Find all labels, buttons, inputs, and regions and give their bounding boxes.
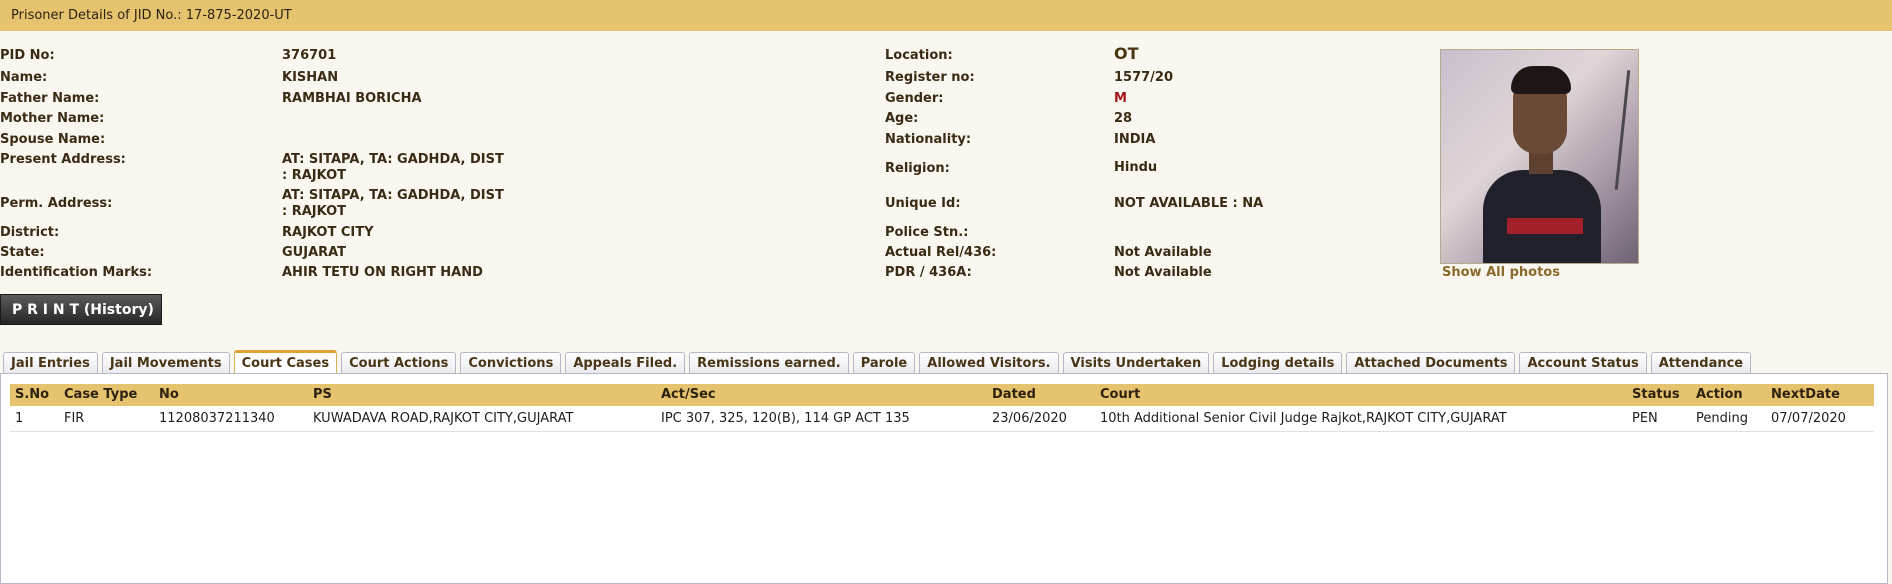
police-station-label: Police Stn.: (885, 225, 969, 240)
pid-value: 376701 (282, 48, 337, 63)
tab-visits-undertaken[interactable]: Visits Undertaken (1062, 352, 1210, 374)
tab-attendance[interactable]: Attendance (1650, 352, 1752, 374)
cell-act-sec: IPC 307, 325, 120(B), 114 GP ACT 135 (661, 411, 910, 426)
present-address-value: AT: SITAPA, TA: GADHDA, DIST : RAJKOT (282, 152, 504, 183)
age-value: 28 (1114, 111, 1133, 126)
pdr-label: PDR / 436A: (885, 265, 972, 280)
column-header-sno[interactable]: S.No (15, 384, 49, 406)
column-header-action[interactable]: Action (1696, 384, 1743, 406)
column-header-dated[interactable]: Dated (992, 384, 1036, 406)
page-title: Prisoner Details of JID No.: 17-875-2020… (11, 8, 292, 23)
perm-address-value: AT: SITAPA, TA: GADHDA, DIST : RAJKOT (282, 188, 504, 219)
nationality-label: Nationality: (885, 132, 972, 147)
tab-parole[interactable]: Parole (852, 352, 916, 374)
cell-action: Pending (1696, 411, 1748, 426)
religion-label: Religion: (885, 161, 950, 176)
table-header-row: S.No Case Type No PS Act/Sec Dated Court… (10, 384, 1874, 406)
prisoner-photo[interactable] (1440, 49, 1639, 264)
tab-remissions-earned[interactable]: Remissions earned. (689, 352, 849, 374)
cell-no: 11208037211340 (159, 411, 275, 426)
column-header-next-date[interactable]: NextDate (1771, 384, 1840, 406)
nationality-value: INDIA (1114, 132, 1156, 147)
spouse-name-label: Spouse Name: (0, 132, 106, 147)
cell-next-date: 07/07/2020 (1771, 411, 1846, 426)
tab-attached-documents[interactable]: Attached Documents (1346, 352, 1516, 374)
show-all-photos-link[interactable]: Show All photos (1442, 265, 1560, 280)
tab-lodging-details[interactable]: Lodging details (1213, 352, 1343, 374)
age-label: Age: (885, 111, 919, 126)
tab-account-status[interactable]: Account Status (1519, 352, 1647, 374)
column-header-status[interactable]: Status (1632, 384, 1680, 406)
cell-court: 10th Additional Senior Civil Judge Rajko… (1100, 411, 1507, 426)
column-header-case-type[interactable]: Case Type (64, 384, 137, 406)
cell-status: PEN (1632, 411, 1658, 426)
religion-value: Hindu (1114, 160, 1158, 175)
tab-bar: Jail Entries Jail Movements Court Cases … (3, 350, 1752, 374)
district-value: RAJKOT CITY (282, 225, 374, 240)
present-address-label: Present Address: (0, 152, 126, 167)
tab-allowed-visitors[interactable]: Allowed Visitors. (919, 352, 1059, 374)
cell-dated: 23/06/2020 (992, 411, 1067, 426)
table-row[interactable]: 1 FIR 11208037211340 KUWADAVA ROAD,RAJKO… (10, 406, 1874, 432)
page-title-bar: Prisoner Details of JID No.: 17-875-2020… (0, 0, 1892, 31)
tab-convictions[interactable]: Convictions (460, 352, 562, 374)
father-name-value: RAMBHAI BORICHA (282, 91, 422, 106)
cell-case-type: FIR (64, 411, 85, 426)
column-header-ps[interactable]: PS (313, 384, 332, 406)
photo-shirt-logo (1507, 218, 1583, 234)
cell-ps: KUWADAVA ROAD,RAJKOT CITY,GUJARAT (313, 411, 574, 426)
pid-label: PID No: (0, 48, 55, 63)
column-header-no[interactable]: No (159, 384, 179, 406)
cell-sno: 1 (15, 411, 24, 426)
gender-label: Gender: (885, 91, 944, 106)
unique-id-label: Unique Id: (885, 196, 961, 211)
court-cases-panel: S.No Case Type No PS Act/Sec Dated Court… (0, 373, 1888, 584)
column-header-court[interactable]: Court (1100, 384, 1140, 406)
tab-court-actions[interactable]: Court Actions (341, 352, 457, 374)
location-value: OT (1114, 44, 1139, 63)
state-label: State: (0, 245, 45, 260)
register-no-value: 1577/20 (1114, 70, 1174, 85)
mother-name-label: Mother Name: (0, 111, 105, 126)
actual-release-label: Actual Rel/436: (885, 245, 997, 260)
district-label: District: (0, 225, 60, 240)
pdr-value: Not Available (1114, 265, 1212, 280)
column-header-act-sec[interactable]: Act/Sec (661, 384, 716, 406)
photo-hair-shape (1511, 66, 1571, 94)
location-label: Location: (885, 48, 953, 63)
name-label: Name: (0, 70, 48, 85)
state-value: GUJARAT (282, 245, 347, 260)
court-cases-table: S.No Case Type No PS Act/Sec Dated Court… (10, 384, 1874, 432)
identification-marks-label: Identification Marks: (0, 265, 153, 280)
identification-marks-value: AHIR TETU ON RIGHT HAND (282, 265, 483, 280)
unique-id-value: NOT AVAILABLE : NA (1114, 196, 1264, 211)
print-history-button[interactable]: P R I N T (History) (0, 294, 162, 325)
tab-court-cases[interactable]: Court Cases (233, 350, 338, 374)
photo-shirt-shape (1483, 170, 1601, 263)
perm-address-label: Perm. Address: (0, 196, 113, 211)
photo-background-detail (1614, 70, 1631, 190)
gender-value: M (1114, 91, 1127, 106)
father-name-label: Father Name: (0, 91, 100, 106)
tab-jail-entries[interactable]: Jail Entries (3, 352, 98, 374)
register-no-label: Register no: (885, 70, 975, 85)
tab-appeals-filed[interactable]: Appeals Filed. (565, 352, 686, 374)
tab-jail-movements[interactable]: Jail Movements (101, 352, 230, 374)
actual-release-value: Not Available (1114, 245, 1212, 260)
name-value: KISHAN (282, 70, 339, 85)
